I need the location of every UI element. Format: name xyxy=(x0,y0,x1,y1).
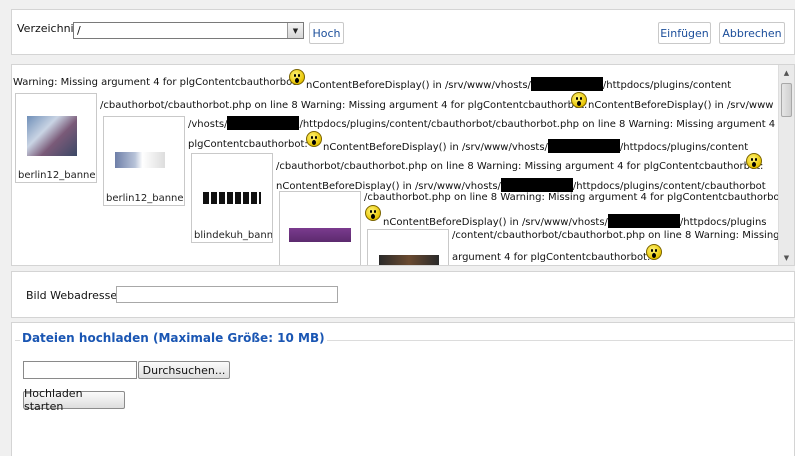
file-thumbnail[interactable]: blindekuh_banne xyxy=(191,153,273,243)
image-url-input[interactable] xyxy=(116,286,338,303)
banner-thumbnail-icon xyxy=(289,228,351,242)
cancel-button[interactable]: Abbrechen xyxy=(719,22,785,44)
surprised-emoji-icon xyxy=(571,92,587,108)
up-button[interactable]: Hoch xyxy=(309,22,344,44)
banner-thumbnail-icon xyxy=(115,152,165,168)
warning-text: /cbauthorbot.php on line 8 Warning: Miss… xyxy=(364,192,787,203)
surprised-emoji-icon xyxy=(646,244,662,260)
media-browser: Warning: Missing argument 4 for plgConte… xyxy=(11,64,795,266)
chevron-down-icon[interactable]: ▼ xyxy=(287,23,303,38)
scroll-down-icon[interactable]: ▼ xyxy=(779,250,794,265)
warning-text: nContentBeforeDisplay() in /srv/www/vhos… xyxy=(306,77,731,92)
directory-select[interactable]: / ▼ xyxy=(73,22,304,39)
warning-text: /vhosts//httpdocs/plugins/content/cbauth… xyxy=(188,116,792,131)
redaction-bar xyxy=(227,116,300,130)
scrollbar-thumb[interactable] xyxy=(781,83,792,117)
insert-button[interactable]: Einfügen xyxy=(658,22,711,44)
vertical-scrollbar[interactable]: ▲ ▼ xyxy=(778,65,794,265)
warning-text: Warning: Missing argument 4 for plgConte… xyxy=(13,77,300,88)
banner-thumbnail-icon xyxy=(379,255,439,265)
redaction-bar xyxy=(607,214,680,228)
surprised-emoji-icon xyxy=(365,205,381,221)
file-name: berlin12_banner2 xyxy=(106,193,184,204)
upload-panel: Dateien hochladen (Maximale Größe: 10 MB… xyxy=(11,322,795,456)
redaction-bar xyxy=(530,77,603,91)
surprised-emoji-icon xyxy=(289,69,305,85)
upload-title: Dateien hochladen (Maximale Größe: 10 MB… xyxy=(20,331,327,345)
image-url-label: Bild Webadresse xyxy=(26,289,118,302)
redaction-bar xyxy=(547,139,620,153)
file-path-input[interactable] xyxy=(23,361,137,379)
surprised-emoji-icon xyxy=(746,153,762,169)
warning-text: /content/cbauthorbot/cbauthorbot.php on … xyxy=(452,230,780,241)
warning-text: nContentBeforeDisplay() in /srv/www/vhos… xyxy=(323,139,748,154)
file-name: berlin12_banner. xyxy=(18,170,97,181)
toolbar-panel: Verzeichnis / ▼ Hoch Einfügen Abbrechen xyxy=(11,9,795,55)
scroll-up-icon[interactable]: ▲ xyxy=(779,65,794,80)
file-thumbnail[interactable]: berlin12_banner. xyxy=(15,93,97,183)
warning-text: argument 4 for plgContentcbauthorbot: xyxy=(452,252,651,263)
warning-text: nContentBeforeDisplay() in /srv/www/vhos… xyxy=(383,214,767,229)
file-name: blindekuh_banne xyxy=(194,230,273,241)
browse-button[interactable]: Durchsuchen... xyxy=(138,361,230,379)
file-thumbnail[interactable] xyxy=(367,229,449,265)
warning-text: plgContentcbauthorbot: xyxy=(188,139,308,150)
redaction-bar xyxy=(500,178,573,192)
file-thumbnail[interactable] xyxy=(279,191,361,265)
start-upload-button[interactable]: Hochladen starten xyxy=(23,387,125,413)
file-thumbnail[interactable]: berlin12_banner2 xyxy=(103,116,185,206)
banner-thumbnail-icon xyxy=(203,192,261,204)
surprised-emoji-icon xyxy=(306,131,322,147)
directory-label: Verzeichnis xyxy=(17,22,80,35)
photo-thumbnail-icon xyxy=(27,116,77,156)
warning-text: nContentBeforeDisplay() in /srv/www xyxy=(588,100,774,111)
image-url-panel: Bild Webadresse xyxy=(11,271,795,318)
directory-select-value: / xyxy=(77,24,81,37)
warning-text: /cbauthorbot/cbauthorbot.php on line 8 W… xyxy=(100,100,588,111)
warning-text: /cbauthorbot/cbauthorbot.php on line 8 W… xyxy=(276,161,764,172)
